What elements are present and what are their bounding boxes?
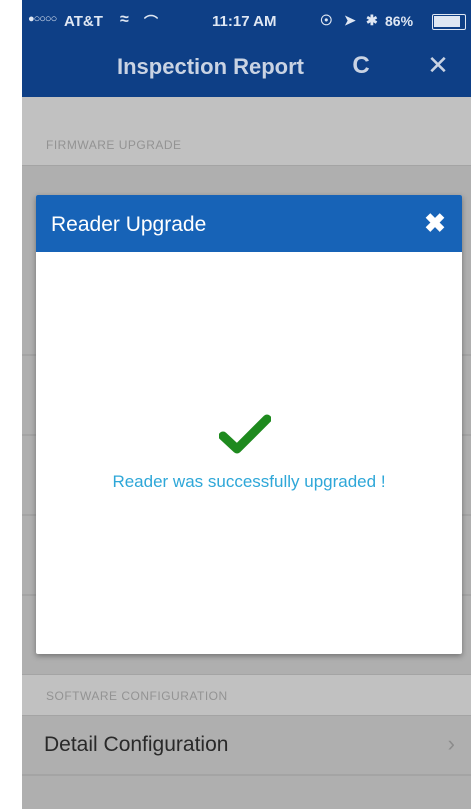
status-bar: ●○○○○ AT&T ≈ ⌒ 11:17 AM ☉ ➤ ✱ 86% — [22, 0, 471, 44]
close-icon[interactable]: ✕ — [424, 51, 452, 79]
refresh-icon[interactable]: C — [347, 52, 375, 80]
battery-icon — [432, 14, 466, 30]
activity-icon: ⌒ — [144, 14, 158, 30]
page-title: Inspection Report — [117, 54, 305, 79]
dialog-close-icon[interactable]: ✖ — [422, 210, 448, 236]
app-header: ●○○○○ AT&T ≈ ⌒ 11:17 AM ☉ ➤ ✱ 86% Inspec… — [22, 0, 471, 97]
reader-upgrade-dialog: Reader Upgrade ✖ Reader was successfully… — [36, 195, 462, 654]
status-time: 11:17 AM — [212, 13, 277, 30]
phone-screen: ●○○○○ AT&T ≈ ⌒ 11:17 AM ☉ ➤ ✱ 86% Inspec… — [22, 0, 471, 809]
success-check-icon — [219, 414, 271, 454]
battery-percent: 86% — [385, 13, 414, 29]
carrier-name: AT&T — [64, 13, 103, 30]
success-message: Reader was successfully upgraded ! — [112, 472, 386, 491]
signal-strength-icon: ●○○○○ — [28, 13, 57, 25]
bluetooth-icon: ✱ — [366, 12, 378, 28]
rotation-lock-icon: ☉ — [320, 12, 333, 28]
location-icon: ➤ — [344, 12, 356, 28]
dialog-title: Reader Upgrade — [51, 213, 207, 236]
dialog-header: Reader Upgrade ✖ — [36, 195, 462, 252]
wifi-icon: ≈ — [120, 11, 129, 28]
